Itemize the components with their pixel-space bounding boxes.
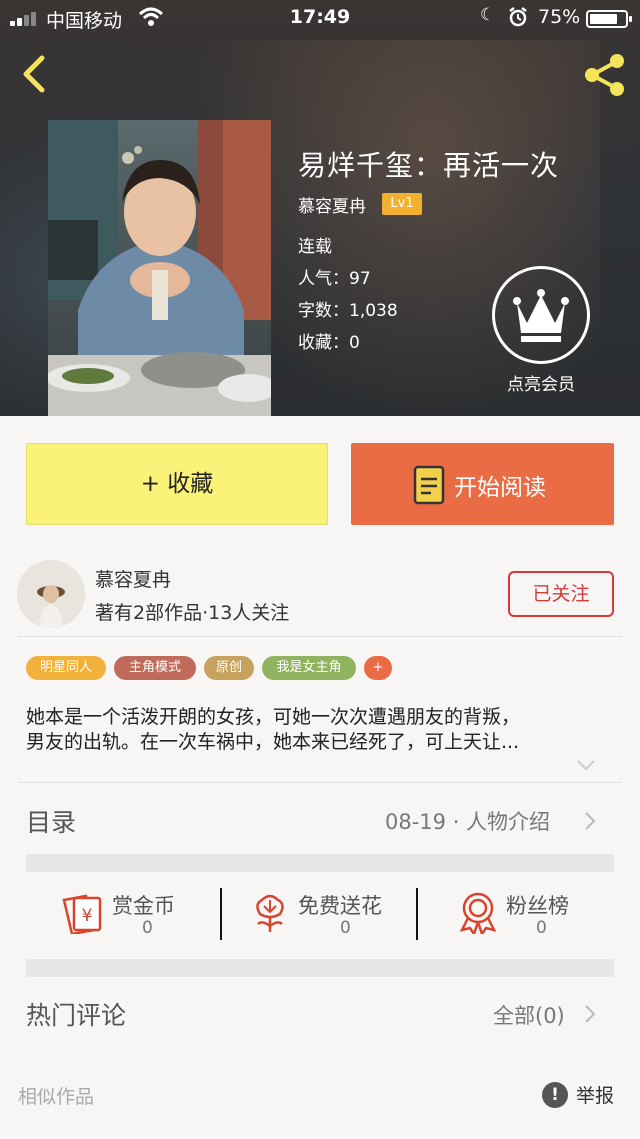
description-line: 她本是一个活泼开朗的女孩，可她一次次遭遇朋友的背叛， [26,706,521,728]
popularity-stat: 人气：97 [298,264,371,289]
book-status: 连载 [298,237,332,257]
book-description[interactable]: 她本是一个活泼开朗的女孩，可她一次次遭遇朋友的背叛， 男友的出轨。在一次车祸中，… [26,705,618,755]
author-level-badge: Lv1 [382,193,422,215]
expand-description-icon[interactable] [576,758,596,772]
popularity-label: 人气： [298,269,349,289]
back-button[interactable] [14,52,54,96]
share-button[interactable] [580,50,630,100]
fan-ranking-count: 0 [536,918,547,938]
status-bar: 中国移动 17:49 ☾ 75% [0,0,640,36]
word-count-stat: 字数：1,038 [298,296,398,321]
book-header: 中国移动 17:49 ☾ 75% 易烊千玺：再活一次 慕容夏冉 Lv1 连载 人… [0,0,640,416]
red-envelope-yen-icon: ¥ [62,894,102,934]
favorites-value: 0 [349,333,360,353]
vip-button[interactable] [492,266,590,364]
section-separator [26,959,614,977]
favorites-stat: 收藏：0 [298,328,360,353]
description-line: 男友的出轨。在一次车祸中，她本来已经死了，可上天让... [26,731,520,753]
stat-divider [220,888,222,940]
similar-works-label: 相似作品 [18,1086,95,1108]
reward-coins-label: 赏金币 [112,894,175,918]
flower-icon [256,894,284,932]
fan-ranking-button[interactable]: 粉丝榜 0 [456,880,586,950]
latest-chapter: 08-19 · 人物介绍 [385,810,551,834]
chevron-right-icon [585,812,596,830]
tag-chip[interactable]: 我是女主角 [262,656,356,680]
author-name[interactable]: 慕容夏冉 [95,565,171,592]
chevron-right-icon [585,1005,596,1023]
tag-chip[interactable]: 主角模式 [114,656,196,680]
battery-icon [586,10,632,28]
book-author[interactable]: 慕容夏冉 [298,192,366,217]
tag-chip[interactable]: 原创 [204,656,254,680]
medal-icon [459,892,497,934]
favorites-label: 收藏： [298,333,349,353]
popularity-value: 97 [349,269,371,289]
reward-coins-count: 0 [142,918,153,938]
all-comments-link[interactable]: 全部(0) [493,1000,565,1030]
book-cover-image[interactable] [48,120,271,416]
hot-comments-label: 热门评论 [26,1001,127,1030]
battery-percent: 75% [538,6,581,28]
book-icon [413,465,445,505]
tag-chip[interactable]: 明星同人 [26,656,106,680]
crown-icon [513,289,569,342]
svg-text:¥: ¥ [82,906,93,926]
word-count-label: 字数： [298,301,349,321]
reward-coins-button[interactable]: ¥ 赏金币 0 [60,880,200,950]
divider [18,636,622,637]
start-reading-label: 开始阅读 [454,475,546,501]
start-reading-button[interactable]: 开始阅读 [351,443,614,525]
vip-label: 点亮会员 [507,375,575,395]
section-separator [26,854,614,872]
author-avatar[interactable] [17,560,85,628]
send-flower-button[interactable]: 免费送花 0 [248,880,408,950]
avatar-image [17,560,85,628]
add-tag-button[interactable]: + [364,656,392,680]
send-flower-label: 免费送花 [298,894,382,918]
word-count-value: 1,038 [349,301,398,321]
report-label: 举报 [576,1085,615,1107]
alarm-icon [509,7,527,27]
fan-ranking-label: 粉丝榜 [506,894,569,918]
follow-button[interactable]: 已关注 [508,571,614,617]
book-title: 易烊千玺：再活一次 [298,149,560,182]
add-to-favorites-button[interactable]: + 收藏 [26,443,328,525]
cover-illustration [48,120,271,416]
warning-icon: ! [542,1082,568,1108]
author-stats: 著有2部作品·13人关注 [95,602,290,624]
stat-divider [416,888,418,940]
toc-label: 目录 [26,808,77,837]
divider [18,782,622,783]
do-not-disturb-icon: ☾ [480,5,496,25]
send-flower-count: 0 [340,918,351,938]
